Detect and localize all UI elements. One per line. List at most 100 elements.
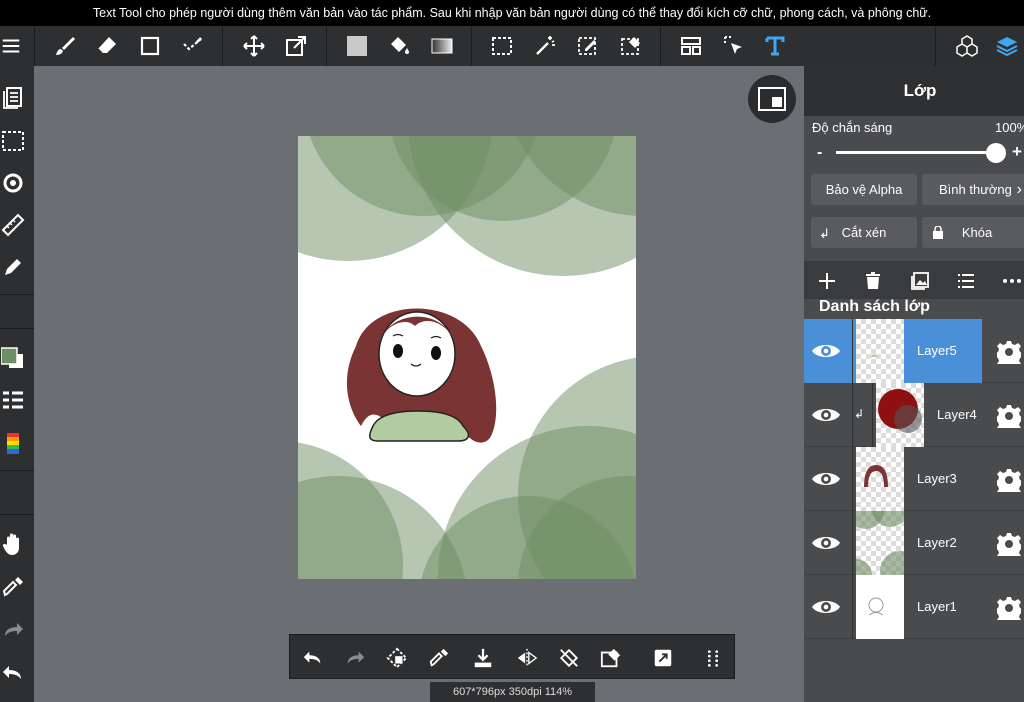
visibility-eye-icon[interactable] [810, 337, 842, 365]
text-icon[interactable] [758, 26, 792, 66]
layer-settings-gear-icon[interactable] [996, 531, 1022, 557]
layer-name: Layer5 [917, 343, 957, 358]
undo-bottom-icon[interactable] [298, 643, 328, 673]
grid-menu-icon[interactable] [698, 643, 728, 673]
blend-mode-select[interactable]: Bình thường › [922, 174, 1024, 205]
transform-icon[interactable] [279, 26, 313, 66]
add-layer-icon[interactable] [814, 268, 840, 294]
clip-icon: ↲ [819, 226, 830, 241]
transform-bottom-icon[interactable] [382, 643, 412, 673]
lock-label: Khóa [961, 225, 993, 240]
layer-name: Layer1 [917, 599, 957, 614]
brush-icon[interactable] [48, 26, 82, 66]
move-icon[interactable] [237, 26, 271, 66]
visibility-eye-icon[interactable] [810, 593, 842, 621]
trash-icon[interactable] [860, 268, 886, 294]
redo-bottom-icon[interactable] [340, 643, 370, 673]
redo-icon[interactable] [0, 615, 26, 645]
layer-list-empty-area [804, 639, 1024, 702]
fill-color-icon[interactable] [340, 26, 374, 66]
alpha-protect-button[interactable]: Bảo vệ Alpha [811, 174, 917, 205]
artwork-image [298, 136, 636, 579]
bucket-icon[interactable] [382, 26, 416, 66]
color-palette-icon[interactable] [0, 429, 26, 459]
opacity-minus-button[interactable]: - [817, 144, 822, 162]
lock-button[interactable]: Khóa [922, 217, 1024, 248]
opacity-slider-track[interactable] [836, 151, 996, 154]
layer-row-layer3[interactable]: Layer3 [804, 447, 1024, 511]
bottom-toolbar [289, 634, 735, 679]
rotate-canvas-icon[interactable] [554, 643, 584, 673]
marquee-icon[interactable] [485, 26, 519, 66]
navigator-icon [758, 87, 786, 111]
eyedropper-icon[interactable] [0, 572, 26, 602]
clip-button[interactable]: ↲ Cắt xén [811, 217, 917, 248]
layer-thumbnail [856, 319, 904, 383]
flip-icon[interactable] [512, 643, 542, 673]
gradient-icon[interactable] [425, 26, 459, 66]
import-icon[interactable] [468, 643, 498, 673]
eyedropper-bottom-icon[interactable] [424, 643, 454, 673]
layer-row-layer2[interactable]: Layer2 [804, 511, 1024, 575]
opacity-value: 100% [995, 120, 1024, 135]
select-pen-icon[interactable] [571, 26, 605, 66]
layer-thumbnail [856, 575, 904, 639]
clear-layer-icon[interactable] [596, 643, 626, 673]
layer-row-layer1[interactable]: Layer1 [804, 575, 1024, 639]
select-eraser-icon[interactable] [614, 26, 648, 66]
rotate-icon[interactable] [0, 168, 26, 198]
layer-row-layer4[interactable]: ↲ Layer4 [804, 383, 1024, 447]
layer-name: Layer3 [917, 471, 957, 486]
visibility-eye-icon[interactable] [810, 529, 842, 557]
opacity-label: Độ chắn sáng [812, 120, 893, 135]
share-icon[interactable] [648, 643, 678, 673]
layer-settings-gear-icon[interactable] [996, 467, 1022, 493]
layer-settings-gear-icon[interactable] [996, 595, 1022, 621]
tooltip-banner: Text Tool cho phép người dùng thêm văn b… [0, 0, 1024, 26]
layout-icon[interactable] [674, 26, 708, 66]
square-icon[interactable] [133, 26, 167, 66]
top-toolbar [0, 26, 1024, 66]
clipping-arrow-icon: ↲ [854, 407, 865, 421]
layer-settings-gear-icon[interactable] [996, 339, 1022, 365]
image-layer-icon[interactable] [907, 268, 933, 294]
canvas-artwork[interactable] [298, 136, 636, 579]
layer-actions-bar [804, 261, 1024, 299]
selection-check-icon[interactable] [176, 26, 210, 66]
hand-icon[interactable] [0, 529, 26, 559]
menu-icon[interactable] [0, 26, 22, 66]
ruler-icon[interactable] [0, 210, 26, 240]
visibility-eye-icon[interactable] [810, 465, 842, 493]
layer-settings-gear-icon[interactable] [996, 403, 1022, 429]
navigator-button[interactable] [748, 75, 796, 123]
panel-title: Lớp [804, 66, 1024, 116]
blend-mode-label: Bình thường [939, 182, 1012, 197]
layer-thumbnail [856, 447, 904, 511]
pen-icon[interactable] [0, 252, 26, 282]
lock-icon [933, 226, 943, 239]
more-icon[interactable] [999, 268, 1024, 294]
layer-list-icon[interactable] [953, 268, 979, 294]
cursor-select-icon[interactable] [717, 26, 751, 66]
layer-name: Layer4 [937, 407, 977, 422]
selection-layer-icon[interactable] [0, 126, 26, 156]
layer-thumbnail [876, 383, 924, 447]
eraser-icon[interactable] [90, 26, 124, 66]
layer-row-layer5[interactable]: Layer5 [804, 319, 1024, 383]
chevron-right-icon: › [1016, 181, 1022, 198]
clip-label: Cắt xén [841, 225, 887, 240]
visibility-eye-icon[interactable] [810, 401, 842, 429]
canvas-status: 607*796px 350dpi 114% [430, 682, 595, 702]
undo-icon[interactable] [0, 658, 26, 688]
opacity-slider-thumb[interactable] [986, 143, 1006, 163]
magic-wand-icon[interactable] [528, 26, 562, 66]
layers-icon[interactable] [990, 26, 1024, 66]
layer-list-title: Danh sách lớp [819, 298, 930, 315]
layer-name: Layer2 [917, 535, 957, 550]
pages-icon[interactable] [0, 83, 26, 113]
3d-cube-icon[interactable] [950, 26, 984, 66]
opacity-plus-button[interactable]: + [1012, 142, 1022, 162]
left-toolbar [0, 66, 34, 702]
brush-list-icon[interactable] [0, 386, 26, 416]
color-swatch-icon[interactable] [0, 343, 26, 373]
